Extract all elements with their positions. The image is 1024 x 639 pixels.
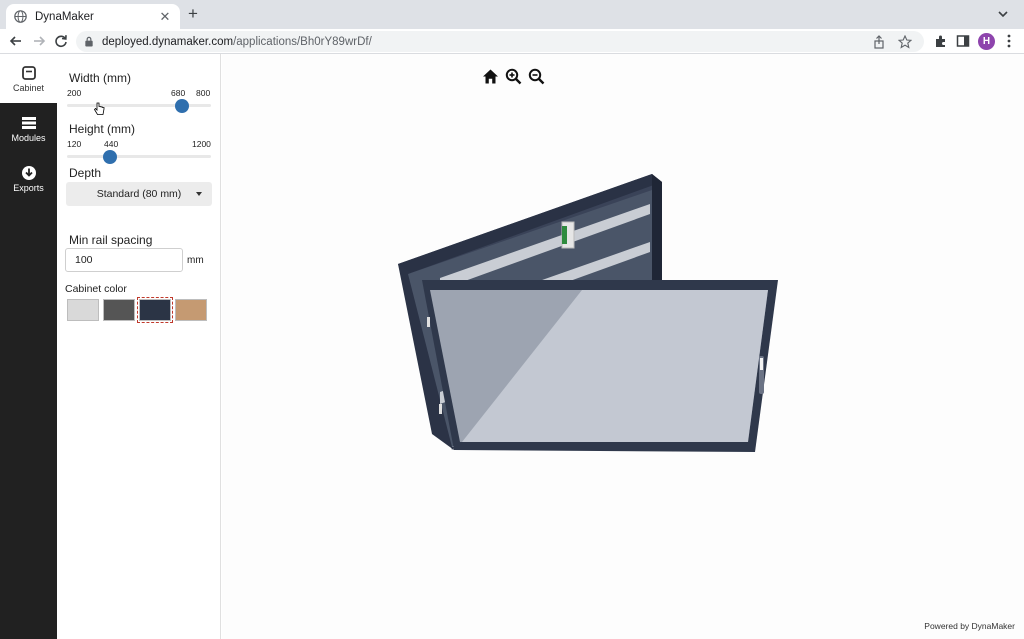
caret-down-icon [196,192,202,196]
height-value: 440 [104,139,119,149]
nav-label-cabinet: Cabinet [12,83,45,93]
cabinet-color-label: Cabinet color [65,283,127,295]
back-arrow-icon[interactable] [8,33,24,49]
nav-item-modules[interactable]: Modules [0,104,57,153]
height-min: 120 [67,139,82,149]
lock-icon[interactable] [84,36,94,47]
nav-item-cabinet[interactable]: Cabinet [0,54,57,103]
url-text[interactable]: deployed.dynamaker.com/applications/Bh0r… [102,36,872,48]
powered-by-label: Powered by DynaMaker [924,621,1015,631]
more-menu-icon[interactable] [1005,33,1013,49]
browser-tabstrip: DynaMaker ✕ + [0,0,1024,29]
color-swatch-dark-grey[interactable] [103,299,135,321]
address-bar[interactable]: deployed.dynamaker.com/applications/Bh0r… [76,31,924,52]
close-tab-icon[interactable]: ✕ [158,9,172,25]
door-hinge [427,317,430,327]
width-min: 200 [67,88,82,98]
nav-label-exports: Exports [13,183,44,193]
extensions-icon[interactable] [934,34,948,48]
forward-arrow-icon[interactable] [31,33,47,49]
settings-panel: Width (mm) 200 680 800 Height (mm) 120 4… [57,54,221,639]
tab-title: DynaMaker [35,10,94,23]
rail-spacing-unit: mm [187,255,204,266]
browser-toolbar: deployed.dynamaker.com/applications/Bh0r… [0,29,1024,54]
url-host: deployed.dynamaker.com [102,35,234,48]
rail-spacing-label: Min rail spacing [69,233,153,247]
left-nav: Cabinet Modules Exports [0,54,57,639]
rail-spacing-input[interactable]: 100 [65,248,183,272]
depth-selected-value: Standard (80 mm) [96,188,182,200]
new-tab-icon[interactable]: + [184,5,202,23]
star-icon[interactable] [898,34,912,49]
width-value: 680 [171,88,186,98]
height-max: 1200 [192,139,211,149]
reload-icon[interactable] [53,33,69,49]
cabinet-3d-model[interactable] [222,54,1024,639]
modules-icon [21,117,36,129]
depth-select[interactable]: Standard (80 mm) [66,182,212,206]
nav-item-exports[interactable]: Exports [0,154,57,203]
profile-avatar[interactable]: H [978,33,995,50]
side-panel-icon[interactable] [956,34,970,48]
height-label: Height (mm) [69,122,136,136]
cabinet-icon [21,66,36,80]
height-slider[interactable] [67,149,211,164]
url-path: /applications/Bh0rY89wrDf/ [233,35,372,48]
width-max: 800 [196,88,211,98]
3d-viewport[interactable]: Powered by DynaMaker [222,54,1024,639]
browser-tab[interactable]: DynaMaker ✕ [6,4,180,29]
globe-icon [14,10,27,23]
color-swatch-navy[interactable] [137,297,173,323]
color-swatch-tan[interactable] [175,299,207,321]
download-icon [21,166,36,180]
nav-label-modules: Modules [11,133,46,143]
width-label: Width (mm) [69,71,131,85]
chevron-down-icon[interactable] [996,7,1010,21]
color-swatch-light-grey[interactable] [67,299,99,321]
depth-label: Depth [69,166,102,180]
door-hinge [439,404,442,414]
hand-cursor-icon [93,102,105,115]
height-slider-thumb[interactable] [102,149,117,164]
app-root: Cabinet Modules Exports Width (mm) 200 6… [0,54,1024,639]
width-slider-thumb[interactable] [175,98,190,113]
width-slider[interactable] [67,98,211,113]
share-icon[interactable] [872,34,886,49]
